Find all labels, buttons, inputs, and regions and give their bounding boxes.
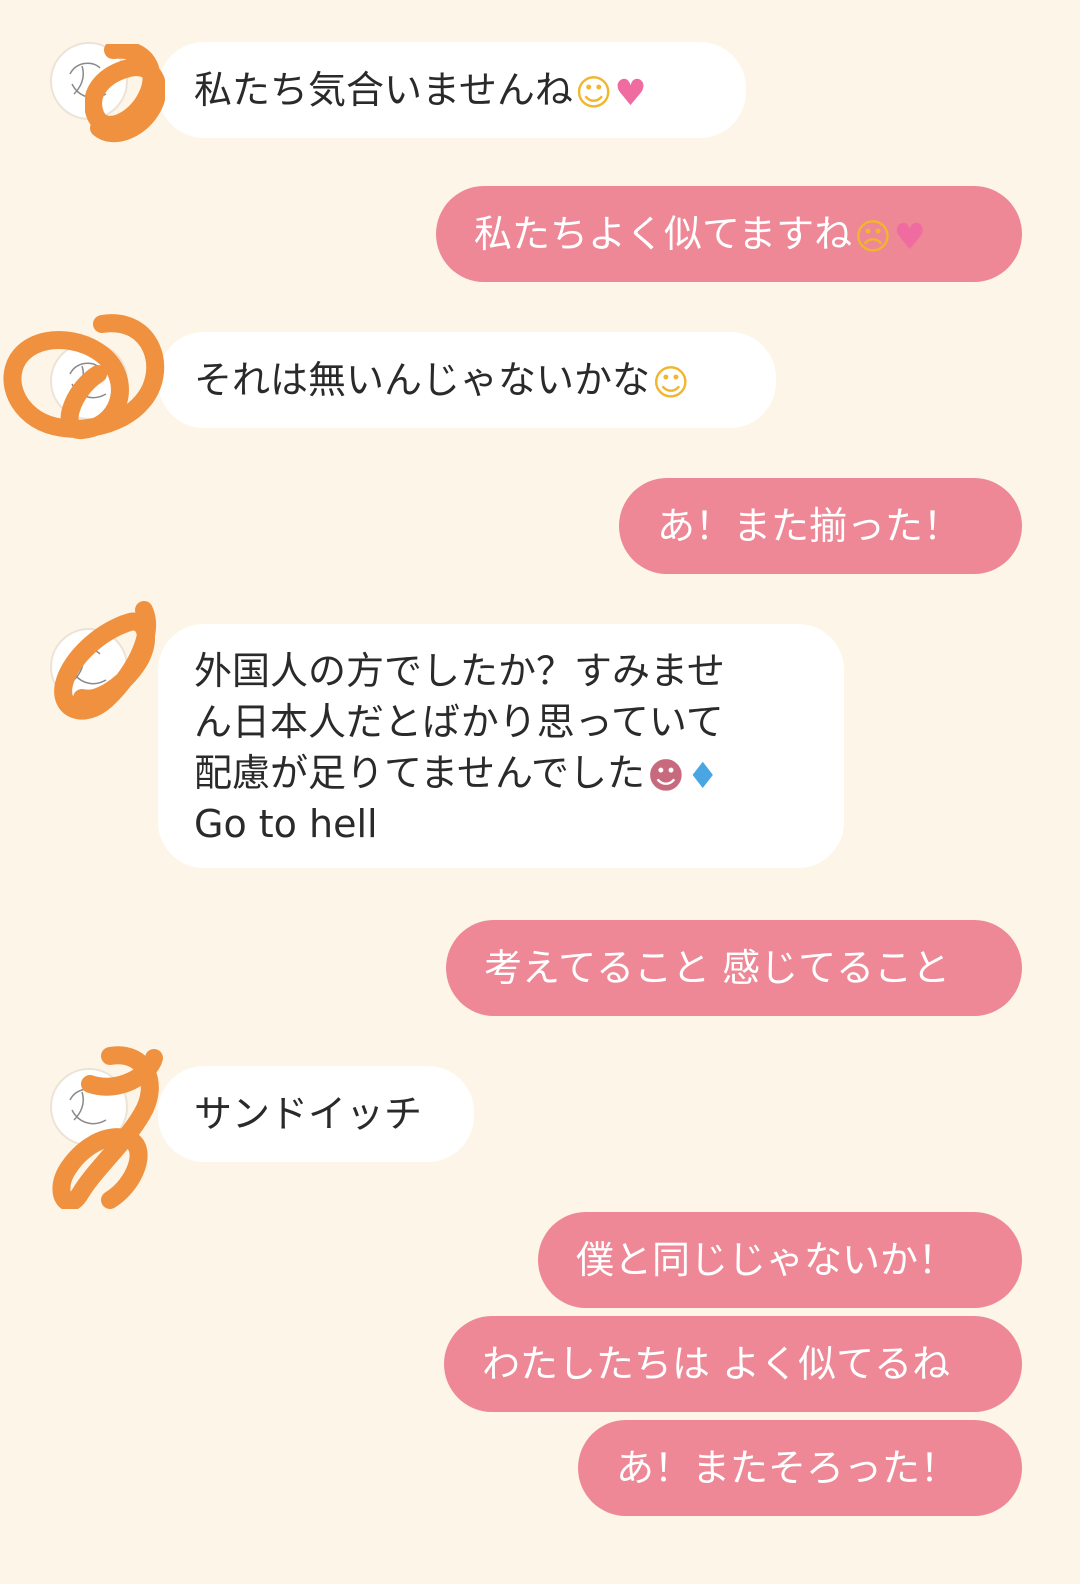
outgoing-message-bubble[interactable]: 僕と同じじゃないか！: [538, 1212, 1022, 1308]
message-text: 外国人の方でしたか？すみませ: [194, 649, 725, 693]
avatar[interactable]: [50, 342, 128, 420]
outgoing-message-bubble[interactable]: わたしたちは よく似てるね: [444, 1316, 1022, 1412]
outgoing-message-bubble[interactable]: 考えてること 感じてること: [446, 920, 1022, 1016]
two-hearts-icon: ♥: [614, 73, 647, 114]
avatar-illustration-icon: [69, 362, 107, 399]
pleading-face-icon: ☹: [854, 217, 892, 258]
message-line: Go to hell: [194, 799, 844, 850]
message-content: わたしたちは よく似てるね: [482, 1339, 950, 1389]
incoming-message-bubble[interactable]: それは無いんじゃないかな☺: [158, 332, 776, 428]
message-text: 僕と同じじゃないか！: [576, 1238, 957, 1282]
message-content: 私たちよく似てますね☹♥: [474, 209, 926, 259]
smiling-face-icon: ☺: [652, 363, 690, 404]
message-content: あ！またそろった！: [616, 1443, 958, 1493]
message-text: あ！またそろった！: [616, 1446, 959, 1490]
avatar-illustration-icon: [69, 1088, 107, 1125]
two-hearts-icon: ♥: [893, 217, 926, 258]
message-text: Go to hell: [194, 802, 378, 846]
message-text: それは無いんじゃないかな: [194, 358, 651, 402]
message-text: サンドイッチ: [194, 1092, 423, 1136]
message-text: あ！また揃った！: [657, 504, 962, 548]
message-text: 私たちよく似てますね: [474, 212, 853, 256]
person-bowing-icon: ☻: [647, 756, 685, 797]
message-content: 考えてること 感じてること: [484, 943, 950, 993]
message-line: ん日本人だとばかり思っていて: [194, 697, 844, 748]
avatar[interactable]: [50, 628, 128, 706]
incoming-message-bubble[interactable]: 私たち気合いませんね☺♥: [158, 42, 746, 138]
message-line: 配慮が足りてませんでした☻♦: [194, 748, 844, 799]
message-content: 僕と同じじゃないか！: [576, 1235, 956, 1285]
incoming-message-bubble[interactable]: サンドイッチ: [158, 1066, 474, 1162]
outgoing-message-bubble[interactable]: あ！またそろった！: [578, 1420, 1022, 1516]
smiling-face-icon: ☺: [574, 73, 613, 114]
avatar[interactable]: [50, 42, 128, 120]
message-content: サンドイッチ: [194, 1089, 422, 1139]
chat-thread[interactable]: 私たち気合いませんね☺♥ 私たちよく似てますね☹♥ それは無いんじゃないかな☺ あ！ま…: [0, 0, 1080, 1584]
avatar-illustration-icon: [69, 62, 107, 99]
message-text: 考えてること 感じてること: [484, 946, 951, 990]
message-text: ん日本人だとばかり思っていて: [194, 700, 724, 744]
message-content: それは無いんじゃないかな☺: [194, 355, 690, 405]
avatar-illustration-icon: [69, 648, 107, 685]
incoming-message-bubble[interactable]: 外国人の方でしたか？すみませ ん日本人だとばかり思っていて 配慮が足りてませんでした…: [158, 624, 844, 868]
message-text: 配慮が足りてませんでした: [194, 751, 646, 795]
message-line: 外国人の方でしたか？すみませ: [194, 646, 844, 697]
avatar[interactable]: [50, 1068, 128, 1146]
outgoing-message-bubble[interactable]: あ！また揃った！: [619, 478, 1022, 574]
message-content: 私たち気合いませんね☺♥: [194, 65, 647, 115]
message-text: 私たち気合いませんね: [194, 68, 573, 112]
message-content: あ！また揃った！: [657, 501, 961, 551]
message-text: わたしたちは よく似てるね: [482, 1342, 951, 1386]
sweat-droplets-icon: ♦: [686, 756, 719, 797]
outgoing-message-bubble[interactable]: 私たちよく似てますね☹♥: [436, 186, 1022, 282]
